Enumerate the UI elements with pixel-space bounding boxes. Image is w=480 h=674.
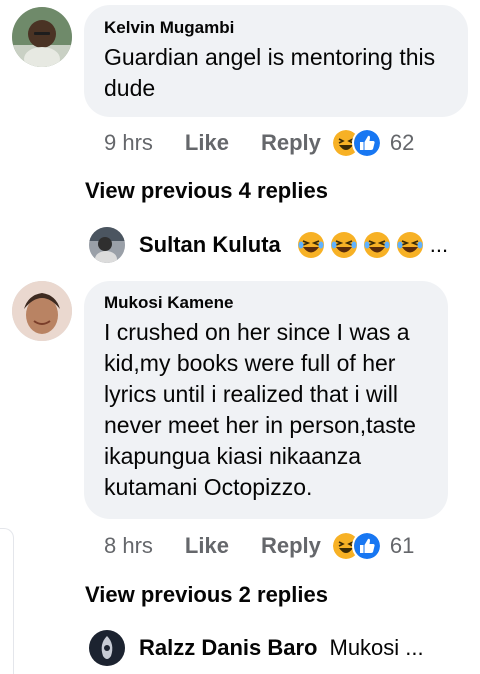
reaction-summary[interactable]: 61 (332, 531, 415, 561)
avatar-kelvin-image (12, 7, 72, 67)
panel-edge (0, 528, 14, 674)
avatar[interactable] (12, 281, 72, 341)
comment-text-line: kid,my books were full of her (104, 350, 396, 376)
laughing-emoji-icon (396, 232, 423, 258)
ellipsis: ... (429, 232, 449, 257)
reply-button[interactable]: Reply (261, 130, 321, 156)
comment-text-line: Guardian angel is mentoring this (104, 44, 436, 70)
like-reaction-icon (351, 531, 382, 561)
view-previous-replies-link[interactable]: View previous 2 replies (85, 582, 328, 608)
reaction-count: 62 (389, 130, 415, 155)
laughing-emoji-icon (330, 232, 357, 258)
reply-author[interactable]: Sultan Kuluta (139, 232, 281, 258)
avatar-ralzz-image (89, 630, 125, 666)
comment-actions: 9 hrs Like Reply 62 (104, 128, 414, 158)
reply-snippet: Mukosi ... (329, 635, 424, 660)
comment-text-line: ikapungua kiasi nikaanza (104, 443, 362, 469)
reply-button[interactable]: Reply (261, 533, 321, 559)
reaction-count: 61 (389, 533, 415, 558)
reply-preview[interactable]: Sultan Kuluta ... (89, 227, 448, 263)
comment-thread: Kelvin Mugambi Guardian angel is mentori… (0, 0, 480, 674)
comment-actions: 8 hrs Like Reply 61 (104, 531, 414, 561)
laughing-emoji-icon (363, 232, 390, 258)
comment-bubble: Mukosi Kamene I crushed on her since I w… (84, 281, 448, 519)
comment-text: Guardian angel is mentoring this dude (104, 42, 448, 104)
laughing-emoji-icon (297, 232, 324, 258)
avatar[interactable] (89, 630, 125, 666)
avatar-mukosi-image (12, 281, 72, 341)
comment-timestamp[interactable]: 8 hrs (104, 533, 153, 559)
view-previous-replies-link[interactable]: View previous 4 replies (85, 178, 328, 204)
reaction-summary[interactable]: 62 (332, 128, 415, 158)
comment-text: I crushed on her since I was a kid,my bo… (104, 317, 428, 503)
comment-author[interactable]: Mukosi Kamene (104, 292, 428, 314)
reply-author[interactable]: Ralzz Danis Baro (139, 635, 318, 661)
avatar-sultan-image (89, 227, 125, 263)
comment-text-line: lyrics until i realized that i will (104, 381, 398, 407)
comment-text-line: kutamani Octopizzo. (104, 474, 313, 500)
avatar[interactable] (12, 7, 72, 67)
comment-timestamp[interactable]: 9 hrs (104, 130, 153, 156)
like-reaction-icon (351, 128, 382, 158)
comment-text-line: dude (104, 75, 156, 101)
reply-preview[interactable]: Ralzz Danis Baro Mukosi ... (89, 630, 424, 666)
reply-snippet: ... (297, 231, 448, 259)
avatar[interactable] (89, 227, 125, 263)
comment-author[interactable]: Kelvin Mugambi (104, 17, 448, 39)
like-button[interactable]: Like (185, 130, 229, 156)
comment-text-line: never meet her in person,taste (104, 412, 416, 438)
comment-text-line: I crushed on her since I was a (104, 319, 410, 345)
comment-bubble: Kelvin Mugambi Guardian angel is mentori… (84, 5, 468, 117)
like-button[interactable]: Like (185, 533, 229, 559)
